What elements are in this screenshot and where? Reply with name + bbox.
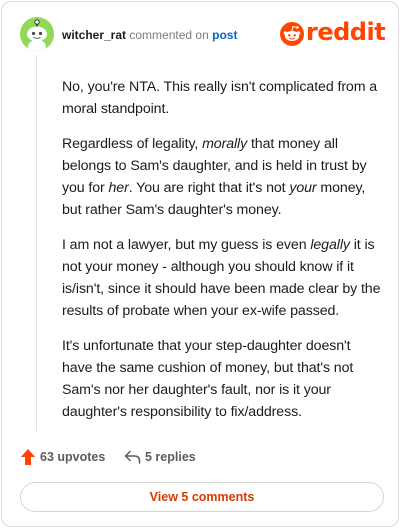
snoo-avatar-icon (20, 17, 54, 51)
reply-count: 5 replies (145, 450, 196, 464)
comment-header: witcher_rat commented on post reddit (20, 17, 386, 53)
replies-button[interactable]: 5 replies (124, 446, 196, 468)
paragraph-text: I am not a lawyer, but my guess is even (62, 237, 311, 253)
upvote-arrow-icon (20, 449, 36, 465)
upvote-count: 63 upvotes (40, 450, 106, 464)
comment-actions: 63 upvotes 5 replies (20, 446, 380, 468)
comment-paragraph: I am not a lawyer, but my guess is even … (62, 234, 382, 322)
upvote-button[interactable]: 63 upvotes (20, 446, 105, 468)
commented-on-text: commented on (129, 28, 209, 42)
thread-line (36, 56, 37, 431)
view-comments-label: View 5 comments (149, 490, 255, 504)
emphasis-text: morally (202, 136, 248, 152)
paragraph-text: No, you're NTA. This really isn't compli… (62, 79, 378, 117)
post-link[interactable]: post (212, 28, 237, 42)
comment-paragraph: It's unfortunate that your step-daughter… (62, 335, 382, 423)
username-link[interactable]: witcher_rat (62, 28, 126, 42)
user-avatar[interactable] (20, 17, 54, 51)
comment-paragraph: Regardless of legality, morally that mon… (62, 133, 382, 221)
comment-paragraph: No, you're NTA. This really isn't compli… (62, 76, 382, 120)
comment-card: witcher_rat commented on post reddit No,… (1, 1, 399, 527)
emphasis-text: legally (310, 237, 350, 253)
paragraph-text: It's unfortunate that your step-daughter… (62, 338, 354, 420)
reddit-alien-icon (280, 22, 304, 46)
comment-meta: witcher_rat commented on post (62, 28, 237, 42)
reddit-wordmark: reddit (306, 18, 386, 46)
paragraph-text: . You are right that it's not (128, 180, 290, 196)
emphasis-text: her (108, 180, 129, 196)
reddit-logo[interactable]: reddit (280, 18, 386, 47)
view-comments-button[interactable]: View 5 comments (20, 482, 384, 512)
paragraph-text: Regardless of legality, (62, 136, 203, 152)
reply-arrow-icon (124, 450, 141, 464)
emphasis-text: your (289, 180, 317, 196)
comment-body: No, you're NTA. This really isn't compli… (62, 76, 382, 436)
